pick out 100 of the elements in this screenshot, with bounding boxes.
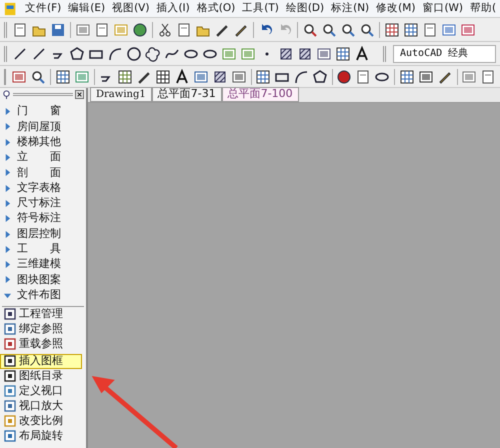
- command-label: 视口放大: [19, 398, 63, 414]
- zoom-icon[interactable]: [321, 22, 337, 38]
- command-item[interactable]: 布局旋转: [0, 428, 86, 444]
- category-item[interactable]: 尺寸标注: [0, 196, 86, 212]
- frame-icon[interactable]: [418, 68, 434, 84]
- hatch-icon[interactable]: [297, 46, 313, 62]
- command-item[interactable]: 图纸目录: [0, 368, 86, 384]
- menu-item[interactable]: 窗口(W): [422, 0, 464, 16]
- document-icon[interactable]: [422, 22, 438, 38]
- workspace-dropdown[interactable]: AutoCAD 经典: [393, 44, 496, 62]
- category-item[interactable]: 门 窗: [0, 104, 86, 120]
- tool-icon[interactable]: [174, 68, 190, 84]
- tool-icon[interactable]: [336, 68, 352, 84]
- menu-item[interactable]: 绘图(D): [286, 0, 324, 16]
- category-item[interactable]: 符号标注: [0, 211, 86, 226]
- menu-item[interactable]: 修改(M): [376, 0, 416, 16]
- scissors-icon[interactable]: [157, 22, 173, 38]
- menu-item[interactable]: 工具(T): [242, 0, 279, 16]
- grid-icon[interactable]: [398, 68, 415, 84]
- document-tab[interactable]: 总平面7-100: [222, 87, 299, 102]
- category-item[interactable]: 三维建模: [0, 256, 86, 272]
- category-item[interactable]: 工 具: [0, 242, 86, 257]
- tool-icon[interactable]: [230, 68, 247, 84]
- menu-item[interactable]: 标注(N): [331, 0, 370, 16]
- pentagon-icon[interactable]: [69, 46, 85, 62]
- save-icon[interactable]: [50, 22, 66, 38]
- document-tab[interactable]: 总平面7-31: [152, 87, 222, 102]
- command-icon: [4, 370, 16, 382]
- command-label: 绑定参照: [19, 321, 63, 338]
- pin-icon[interactable]: [2, 90, 11, 98]
- tool-icon[interactable]: [11, 68, 28, 84]
- new-document-icon[interactable]: [12, 22, 28, 38]
- menu-item[interactable]: 帮助(: [470, 0, 496, 16]
- menu-item[interactable]: 编辑(E): [68, 0, 106, 16]
- grid-icon[interactable]: [403, 22, 419, 38]
- category-label: 门 窗: [17, 103, 61, 120]
- category-item[interactable]: 剖 面: [0, 165, 86, 180]
- command-icon: [4, 415, 16, 428]
- category-label: 三维建模: [17, 256, 61, 272]
- command-item[interactable]: 定义视口: [0, 384, 86, 399]
- line-icon[interactable]: [31, 46, 47, 62]
- tool-icon[interactable]: [293, 68, 310, 84]
- category-item[interactable]: 立 面: [0, 150, 86, 166]
- menu-item[interactable]: 插入(I): [156, 0, 190, 16]
- command-item[interactable]: 视口放大: [0, 398, 86, 414]
- command-icon: [4, 338, 16, 350]
- category-label: 文件布图: [17, 286, 61, 303]
- app-logo-icon[interactable]: [4, 2, 18, 16]
- zoom-icon[interactable]: [340, 22, 356, 38]
- command-item[interactable]: 工程管理: [0, 306, 86, 322]
- tool-icon[interactable]: [192, 68, 209, 84]
- category-item[interactable]: 文字表格: [0, 180, 86, 196]
- category-label: 工 具: [17, 241, 61, 258]
- line-icon[interactable]: [12, 46, 28, 62]
- category-label: 文字表格: [17, 180, 61, 196]
- hatch-icon[interactable]: [278, 46, 294, 62]
- category-item[interactable]: 楼梯其他: [0, 134, 86, 150]
- category-label: 剖 面: [17, 164, 61, 181]
- category-label: 图块图案: [17, 272, 61, 288]
- text-icon[interactable]: [354, 46, 370, 62]
- command-label: 重载参照: [19, 336, 63, 352]
- category-label: 立 面: [17, 149, 61, 166]
- command-label: 图纸目录: [19, 368, 63, 384]
- tool-icon[interactable]: [480, 68, 496, 84]
- command-icon: [4, 355, 16, 368]
- menu-item[interactable]: 文件(F): [25, 0, 62, 16]
- grid-icon[interactable]: [255, 68, 272, 84]
- category-label: 尺寸标注: [17, 195, 61, 212]
- command-item[interactable]: 重载参照: [0, 336, 86, 352]
- category-item[interactable]: 房间屋顶: [0, 119, 86, 135]
- command-label: 布局旋转: [19, 428, 63, 444]
- close-icon[interactable]: [75, 90, 84, 98]
- command-icon: [4, 323, 16, 336]
- category-item[interactable]: 文件布图: [0, 288, 86, 303]
- arc-icon[interactable]: [107, 46, 123, 62]
- command-label: 改变比例: [19, 413, 63, 430]
- menu-item[interactable]: 视图(V): [112, 0, 150, 16]
- command-icon: [4, 430, 16, 442]
- tool-icon[interactable]: [355, 68, 372, 84]
- tool-icon[interactable]: [212, 68, 228, 84]
- tool-icon[interactable]: [154, 68, 171, 84]
- circle-icon[interactable]: [126, 46, 142, 62]
- category-item[interactable]: 图块图案: [0, 272, 86, 288]
- tool-icon[interactable]: [312, 68, 328, 84]
- menu-item[interactable]: 格式(O): [196, 0, 236, 16]
- category-label: 符号标注: [17, 210, 61, 226]
- document-tab[interactable]: Drawing1: [90, 87, 152, 102]
- category-item[interactable]: 图层控制: [0, 226, 86, 242]
- command-item[interactable]: 绑定参照: [0, 322, 86, 337]
- command-icon: [4, 308, 16, 320]
- command-icon: [4, 400, 16, 412]
- category-label: 图层控制: [17, 226, 61, 242]
- zoom-icon[interactable]: [359, 22, 375, 38]
- command-label: 工程管理: [19, 306, 63, 322]
- command-label: 定义视口: [19, 383, 63, 400]
- cloud-icon[interactable]: [145, 46, 161, 62]
- zoom-icon[interactable]: [30, 68, 46, 84]
- command-item[interactable]: 改变比例: [0, 414, 86, 429]
- table-icon[interactable]: [335, 46, 351, 62]
- command-item[interactable]: 插入图框: [0, 354, 82, 369]
